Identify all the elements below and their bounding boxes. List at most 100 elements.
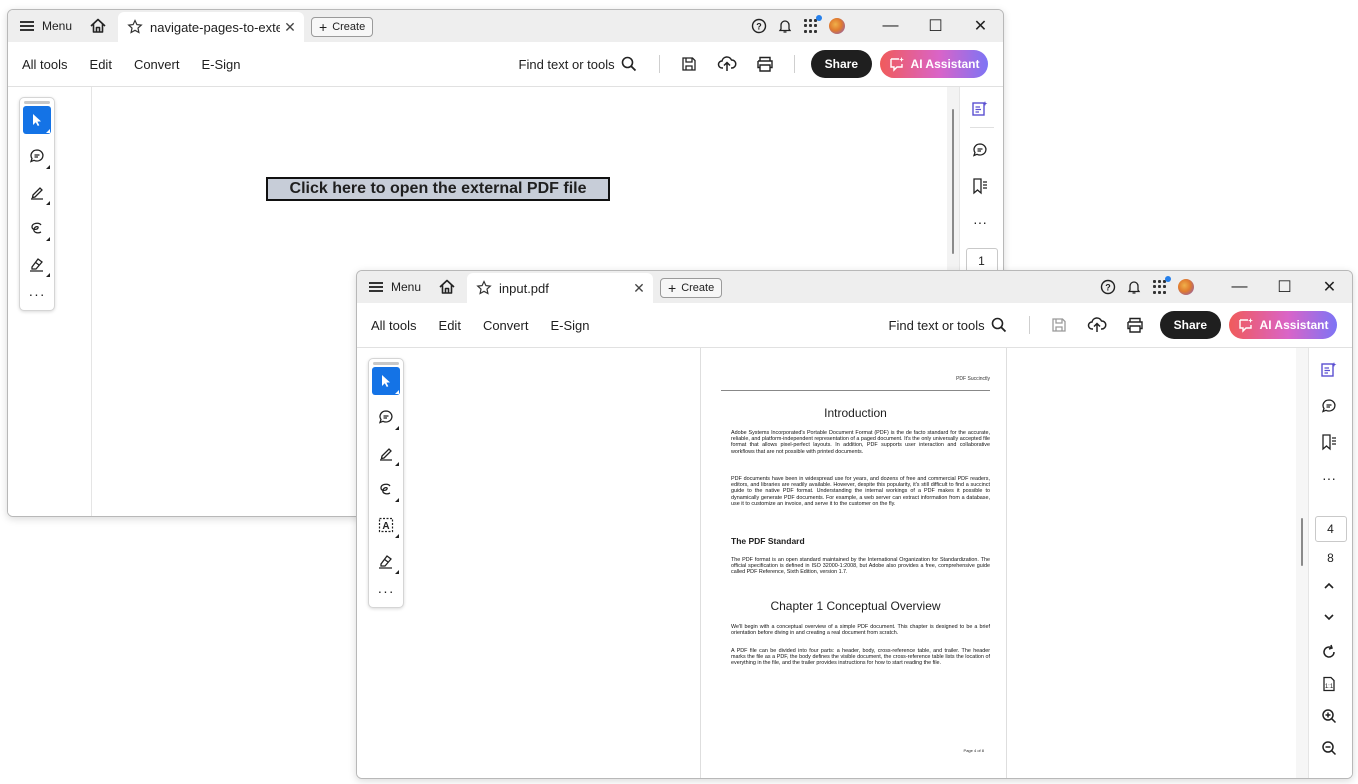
apps-icon[interactable] <box>798 10 824 42</box>
sign-tool[interactable] <box>372 547 400 575</box>
right-rail: ··· 4 8 1:1 <box>1308 348 1352 778</box>
close-window-icon[interactable]: ✕ <box>958 10 1003 42</box>
select-tool[interactable] <box>372 367 400 395</box>
page-number: 1 <box>978 254 985 268</box>
vertical-scrollbar[interactable] <box>1296 348 1308 778</box>
text-select-tool[interactable]: A <box>372 511 400 539</box>
share-button[interactable]: Share <box>1159 311 1221 339</box>
rail-grip[interactable] <box>373 362 399 365</box>
ai-assistant-icon <box>889 57 904 72</box>
search-icon <box>621 56 636 72</box>
page-footer: Page 4 of 8 <box>963 748 984 753</box>
scroll-thumb[interactable] <box>1301 518 1303 566</box>
more-tools-icon[interactable]: ··· <box>372 583 400 599</box>
minimize-icon[interactable]: — <box>868 10 913 42</box>
document-tab[interactable]: input.pdf ✕ <box>467 273 653 303</box>
comments-panel-icon[interactable] <box>1309 388 1349 424</box>
svg-text:1:1: 1:1 <box>1325 684 1334 690</box>
avatar[interactable] <box>824 10 850 42</box>
help-icon[interactable]: ? <box>1095 271 1121 303</box>
zoom-in-icon[interactable] <box>1309 700 1349 732</box>
star-icon[interactable] <box>126 18 144 36</box>
find-label: Find text or tools <box>888 317 985 333</box>
find-text-button[interactable]: Find text or tools <box>519 56 637 72</box>
previous-page-icon[interactable] <box>1309 570 1349 602</box>
maximize-icon[interactable]: ☐ <box>1262 271 1307 303</box>
ai-assistant-button[interactable]: AI Assistant <box>1229 311 1337 339</box>
star-icon[interactable] <box>475 279 493 297</box>
comment-tool[interactable] <box>372 403 400 431</box>
heading-chapter-1: Chapter 1 Conceptual Overview <box>770 599 941 613</box>
current-page-input[interactable]: 4 <box>1314 516 1347 542</box>
menu-convert[interactable]: Convert <box>134 57 180 72</box>
svg-text:?: ? <box>756 22 762 32</box>
minimize-icon[interactable]: — <box>1217 271 1262 303</box>
cloud-upload-icon[interactable] <box>708 42 746 86</box>
ai-summary-icon[interactable] <box>1309 352 1349 388</box>
bell-icon[interactable] <box>772 10 798 42</box>
zoom-out-icon[interactable] <box>1309 732 1349 764</box>
current-page: 4 <box>1327 522 1334 536</box>
heading-pdf-standard: The PDF Standard <box>731 536 805 546</box>
cursor-icon <box>382 375 390 387</box>
home-icon[interactable] <box>437 277 459 297</box>
cloud-upload-icon[interactable] <box>1078 303 1116 347</box>
comment-tool[interactable] <box>23 142 51 170</box>
link-text: Click here to open the external PDF file <box>289 180 587 197</box>
print-icon[interactable] <box>1116 303 1154 347</box>
comments-panel-icon[interactable] <box>960 132 1000 168</box>
find-label: Find text or tools <box>518 56 615 72</box>
menu-button[interactable]: Menu <box>20 16 72 36</box>
more-tools-icon[interactable]: ··· <box>23 286 51 302</box>
sign-tool[interactable] <box>23 250 51 278</box>
ai-assistant-label: AI Assistant <box>1259 318 1329 332</box>
help-icon[interactable]: ? <box>746 10 772 42</box>
print-icon[interactable] <box>746 42 784 86</box>
document-tab[interactable]: navigate-pages-to-exter... ✕ <box>118 12 304 42</box>
highlight-tool[interactable] <box>23 178 51 206</box>
draw-tool[interactable] <box>372 475 400 503</box>
paragraph-1: Adobe Systems Incorporated's Portable Do… <box>731 430 990 455</box>
more-options-icon[interactable]: ··· <box>1309 460 1349 496</box>
find-text-button[interactable]: Find text or tools <box>889 317 1007 333</box>
highlight-tool[interactable] <box>372 439 400 467</box>
create-button[interactable]: + Create <box>311 17 374 37</box>
ai-summary-icon[interactable] <box>960 91 1000 127</box>
page-fit-icon[interactable]: 1:1 <box>1309 668 1349 700</box>
share-button[interactable]: Share <box>810 50 872 78</box>
bookmarks-icon[interactable] <box>1309 424 1349 460</box>
save-icon[interactable] <box>670 42 708 86</box>
menu-esign[interactable]: E-Sign <box>201 57 240 72</box>
close-window-icon[interactable]: ✕ <box>1307 271 1352 303</box>
select-tool[interactable] <box>23 106 51 134</box>
maximize-icon[interactable]: ☐ <box>913 10 958 42</box>
menu-all-tools[interactable]: All tools <box>22 57 68 72</box>
more-options-icon[interactable]: ··· <box>960 204 1000 240</box>
tab-close-icon[interactable]: ✕ <box>280 19 300 36</box>
freeform-icon <box>31 222 42 234</box>
menu-convert[interactable]: Convert <box>483 318 529 333</box>
scroll-thumb[interactable] <box>952 109 954 254</box>
avatar[interactable] <box>1173 271 1199 303</box>
home-icon[interactable] <box>88 16 110 36</box>
external-pdf-link[interactable]: Click here to open the external PDF file <box>266 177 610 201</box>
next-page-icon[interactable] <box>1309 602 1349 632</box>
menu-esign[interactable]: E-Sign <box>550 318 589 333</box>
bookmarks-icon[interactable] <box>960 168 1000 204</box>
bell-icon[interactable] <box>1121 271 1147 303</box>
rotate-icon[interactable] <box>1309 636 1349 668</box>
create-button[interactable]: + Create <box>660 278 723 298</box>
tab-close-icon[interactable]: ✕ <box>629 280 649 297</box>
paragraph-2: PDF documents have been in widespread us… <box>731 476 990 507</box>
save-icon[interactable] <box>1040 303 1078 347</box>
apps-icon[interactable] <box>1147 271 1173 303</box>
ai-assistant-button[interactable]: AI Assistant <box>880 50 988 78</box>
menu-edit[interactable]: Edit <box>90 57 112 72</box>
menu-all-tools[interactable]: All tools <box>371 318 417 333</box>
draw-tool[interactable] <box>23 214 51 242</box>
rail-grip[interactable] <box>24 101 50 104</box>
running-header: PDF Succinctly <box>956 376 990 382</box>
pdf-page: PDF Succinctly Introduction Adobe System… <box>700 348 1007 778</box>
menu-edit[interactable]: Edit <box>439 318 461 333</box>
menu-button[interactable]: Menu <box>369 277 421 297</box>
